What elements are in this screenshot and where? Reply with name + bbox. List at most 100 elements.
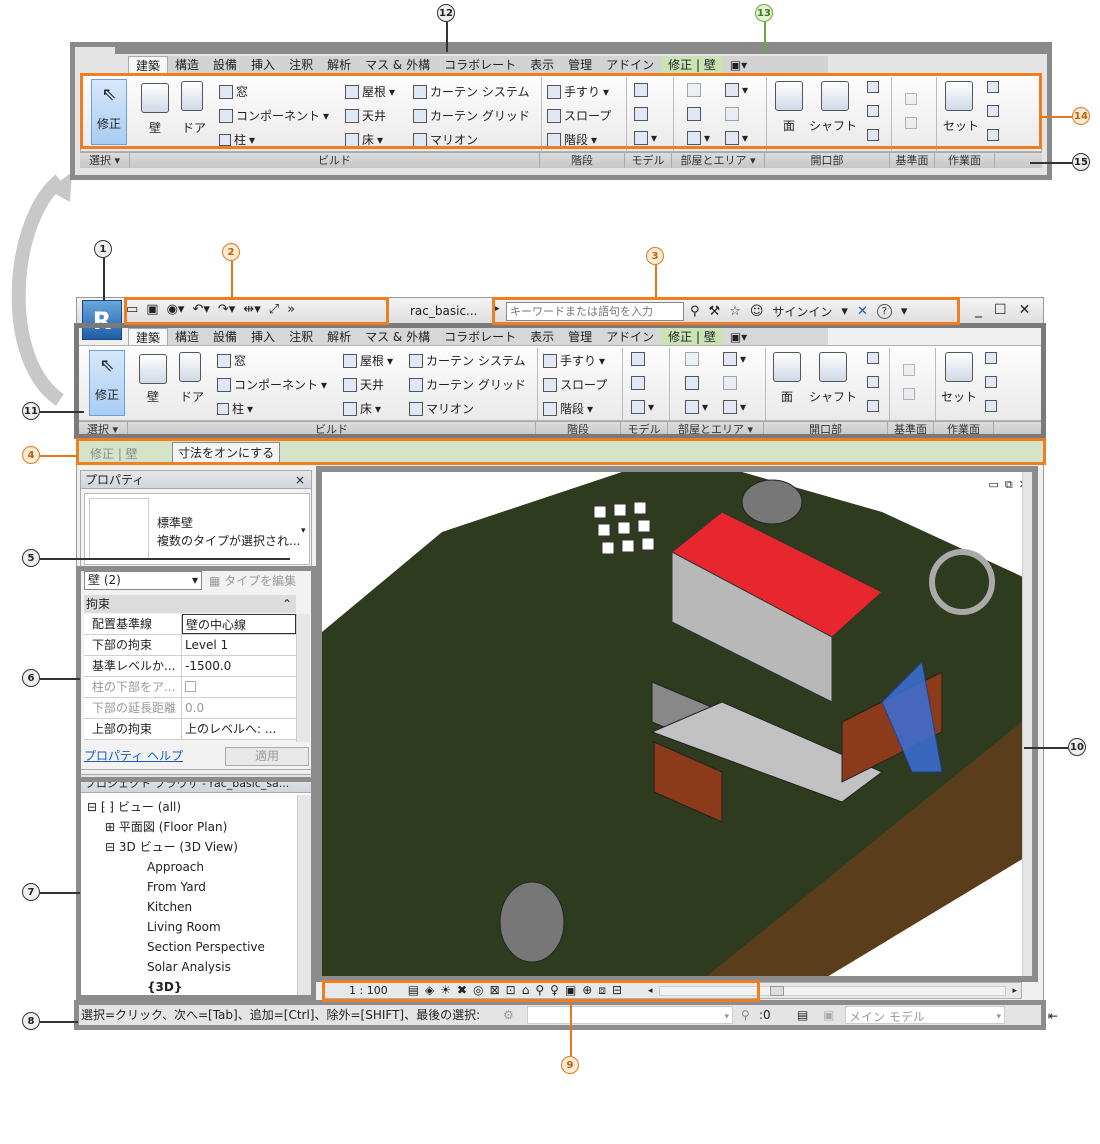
redo-icon[interactable]: ↷▾ — [218, 302, 235, 317]
floor-button[interactable]: 床 ▾ — [345, 131, 383, 148]
main-area-button[interactable] — [723, 376, 737, 390]
hscroll-left-icon[interactable]: ◂ — [628, 986, 653, 996]
main-tab-massing[interactable]: マス & 外構 — [358, 328, 437, 346]
tab-analyze[interactable]: 解析 — [320, 56, 358, 74]
main-model-line-button[interactable] — [631, 376, 645, 390]
main-floor-button[interactable]: 床 ▾ — [343, 400, 381, 417]
element-filter-select[interactable]: 壁 (2) ▾ — [84, 571, 202, 590]
main-tab-modify-wall[interactable]: 修正 | 壁 — [661, 328, 723, 346]
constraints-group-header[interactable]: 拘束 ⌃ — [84, 595, 296, 613]
tree-section-perspective[interactable]: Section Perspective — [87, 937, 292, 957]
main-tab-analyze[interactable]: 解析 — [320, 328, 358, 346]
subscription-icon[interactable]: ⚒ — [709, 304, 721, 319]
main-column-button[interactable]: 柱 ▾ — [217, 400, 253, 417]
close-window-icon[interactable]: ✕ — [1019, 302, 1031, 318]
railing-button[interactable]: 手すり ▾ — [547, 83, 609, 100]
opening-face-button[interactable]: 面 — [783, 117, 795, 134]
main-room-tag-button[interactable] — [685, 376, 699, 390]
curtain-system-button[interactable]: カーテン システム — [413, 83, 529, 100]
main-wall-opening-button[interactable] — [867, 352, 879, 364]
main-panel-select[interactable]: 選択 ▾ — [78, 422, 128, 437]
main-level-button[interactable] — [903, 364, 915, 376]
vertical-opening-button[interactable] — [867, 105, 879, 117]
main-show-workplane-button[interactable] — [985, 352, 997, 364]
workset-select[interactable]: ▾ — [527, 1006, 733, 1024]
curtain-grid-button[interactable]: カーテン グリッド — [413, 107, 530, 124]
tree-solar-analysis[interactable]: Solar Analysis — [87, 957, 292, 977]
scroll-thumb[interactable] — [769, 985, 784, 996]
model-text-button[interactable] — [634, 83, 648, 97]
window-button[interactable]: 窓 — [219, 83, 248, 100]
roof-button[interactable]: 屋根 ▾ — [345, 83, 395, 100]
constraints-icon[interactable]: ⊟ — [612, 983, 628, 997]
tree-views-all[interactable]: ⊟ ⁅ ⁆ ビュー (all) — [87, 797, 292, 817]
show-workplane-button[interactable] — [987, 81, 999, 93]
main-curtain-system-button[interactable]: カーテン システム — [409, 352, 525, 369]
search-expand-icon[interactable]: ▸ — [495, 304, 500, 314]
tree-kitchen[interactable]: Kitchen — [87, 897, 292, 917]
more-icon[interactable]: » — [287, 302, 295, 317]
main-component-button[interactable]: コンポーネント ▾ — [217, 376, 327, 393]
main-viewer-button[interactable] — [985, 400, 997, 412]
location-line-select[interactable]: 壁の中心線 — [182, 614, 296, 634]
level-button[interactable] — [905, 93, 917, 105]
tab-modify-wall[interactable]: 修正 | 壁 — [661, 56, 723, 74]
reveal-hidden-icon[interactable]: ♀ — [550, 983, 565, 997]
maximize-icon[interactable]: ☐ — [994, 302, 1007, 318]
drawing-area[interactable]: ▭ ⧉ ✕ — [322, 472, 1034, 980]
tree-3d-default[interactable]: {3D} — [87, 977, 292, 997]
tab-architecture[interactable]: 建築 — [128, 55, 169, 75]
tree-from-yard[interactable]: From Yard — [87, 877, 292, 897]
favorites-icon[interactable]: ☆ — [729, 304, 741, 319]
main-tab-architecture[interactable]: 建築 — [128, 327, 169, 347]
area-button[interactable] — [725, 107, 739, 121]
lock-view-icon[interactable]: ⌂ — [522, 983, 536, 997]
main-tab-addins[interactable]: アドイン — [599, 328, 661, 346]
tab-manage[interactable]: 管理 — [561, 56, 599, 74]
model-line-button[interactable] — [634, 107, 648, 121]
type-selector[interactable]: 標準壁 複数のタイプが選択され... ▾ — [84, 493, 310, 565]
signin-button[interactable]: サインイン — [772, 303, 832, 320]
shaft-button[interactable]: シャフト — [809, 117, 857, 134]
apply-button[interactable]: 適用 — [225, 747, 309, 766]
detail-level-icon[interactable]: ▤ — [408, 983, 425, 997]
modify-select-button[interactable]: ⇖ 修正 — [91, 79, 127, 145]
help-dropdown-icon[interactable]: ▾ — [901, 304, 908, 319]
main-tab-collaborate[interactable]: コラボレート — [437, 328, 523, 346]
design-options-icon[interactable]: ▤ — [797, 1005, 808, 1025]
tab-insert[interactable]: 挿入 — [244, 56, 282, 74]
temp-hide-icon[interactable]: ⚲ — [535, 983, 550, 997]
tree-living-room[interactable]: Living Room — [87, 917, 292, 937]
mullion-button[interactable]: マリオン — [413, 131, 478, 148]
edit-type-button[interactable]: ▦ タイプを編集 — [209, 572, 296, 589]
room-separator-button[interactable]: ▾ — [725, 83, 748, 97]
grid-button[interactable] — [905, 117, 917, 129]
main-room-button[interactable] — [685, 352, 699, 366]
main-window-button[interactable]: 窓 — [217, 352, 246, 369]
aligned-dimension-icon[interactable]: ⤢ — [269, 302, 279, 317]
undo-icon[interactable]: ↶▾ — [192, 302, 209, 317]
main-tab-view[interactable]: 表示 — [523, 328, 561, 346]
main-railing-button[interactable]: 手すり ▾ — [543, 352, 605, 369]
main-vertical-opening-button[interactable] — [867, 376, 879, 388]
main-set-workplane-button[interactable]: セット — [941, 388, 977, 405]
main-model-group-button[interactable]: ▾ — [631, 400, 654, 414]
properties-help-link[interactable]: プロパティ ヘルプ — [84, 747, 183, 764]
tree-3d-view[interactable]: ⊟ 3D ビュー (3D View) — [87, 837, 292, 857]
stair-button[interactable]: 階段 ▾ — [547, 131, 597, 148]
view-horizontal-scrollbar[interactable] — [658, 985, 1007, 996]
temp-view-props-icon[interactable]: ▣ — [565, 983, 582, 997]
main-grid-button[interactable] — [903, 388, 915, 400]
main-tab-structure[interactable]: 構造 — [168, 328, 206, 346]
ramp-button[interactable]: スロープ — [547, 107, 611, 124]
main-door-button[interactable]: ドア — [180, 388, 204, 405]
main-ceiling-button[interactable]: 天井 — [343, 376, 384, 393]
tab-view[interactable]: 表示 — [523, 56, 561, 74]
main-area-boundary-button[interactable]: ▾ — [685, 400, 708, 414]
dormer-button[interactable] — [867, 129, 879, 141]
minimize-icon[interactable]: _ — [975, 302, 982, 318]
main-tab-insert[interactable]: 挿入 — [244, 328, 282, 346]
type-dropdown-icon[interactable]: ▾ — [301, 526, 306, 536]
main-ramp-button[interactable]: スロープ — [543, 376, 607, 393]
main-tab-manage[interactable]: 管理 — [561, 328, 599, 346]
